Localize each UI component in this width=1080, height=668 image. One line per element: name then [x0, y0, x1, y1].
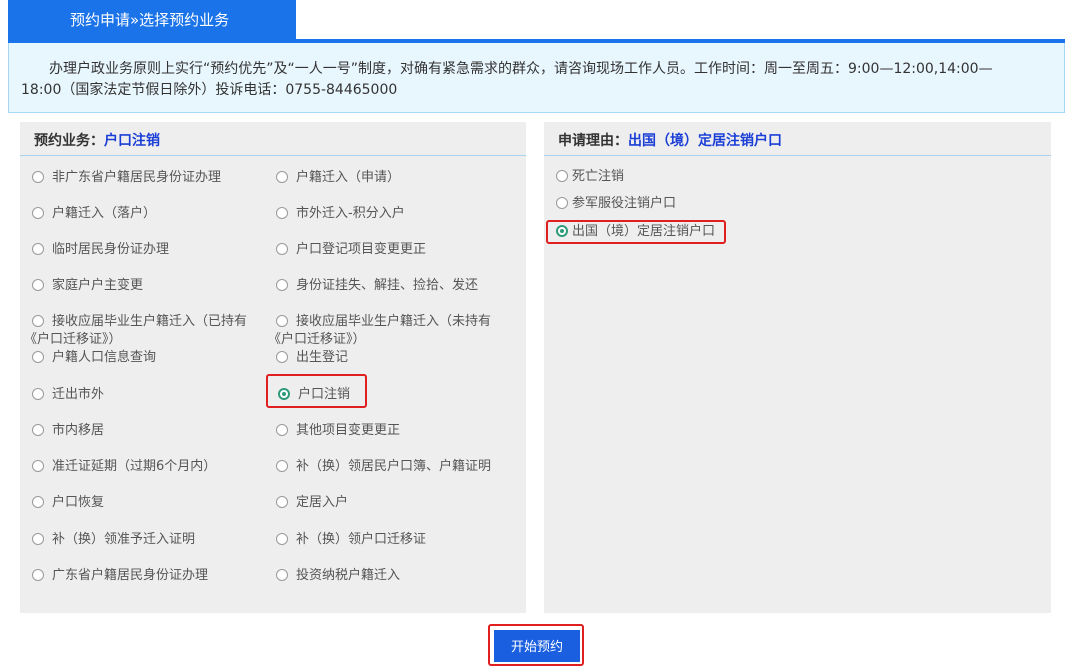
option-label: 补（换）领准予迁入证明: [52, 532, 196, 547]
business-option[interactable]: 准迁证延期（过期6个月内）: [32, 458, 216, 476]
option-label: 市外迁入-积分入户: [296, 206, 405, 221]
business-option[interactable]: 出生登记: [276, 349, 348, 367]
business-option[interactable]: 其他项目变更更正: [276, 422, 400, 440]
tab-select-business[interactable]: 预约申请»选择预约业务: [8, 0, 296, 40]
option-label: 身份证挂失、解挂、捡拾、发还: [296, 278, 479, 293]
radio-icon[interactable]: [32, 279, 44, 291]
business-label: 预约业务：: [34, 133, 104, 149]
radio-icon[interactable]: [276, 171, 288, 183]
option-label: 迁出市外: [52, 387, 105, 402]
reason-label: 申请理由：: [558, 133, 628, 149]
reason-option[interactable]: 参军服役注销户口: [556, 195, 676, 213]
selection-highlight-box: [266, 374, 367, 408]
business-panel: 预约业务：户口注销 非广东省户籍居民身份证办理 户籍迁入（申请） 户籍迁入（落户…: [20, 122, 526, 613]
option-label: 参军服役注销户口: [572, 196, 677, 211]
option-label: 定居入户: [296, 495, 349, 510]
option-label: 出生登记: [296, 350, 349, 365]
business-option[interactable]: 非广东省户籍居民身份证办理: [32, 169, 221, 187]
radio-icon[interactable]: [276, 569, 288, 581]
option-label: 户口恢复: [52, 495, 105, 510]
radio-icon[interactable]: [32, 243, 44, 255]
radio-icon[interactable]: [32, 533, 44, 545]
radio-icon[interactable]: [276, 279, 288, 291]
business-selected: 户口注销: [104, 133, 160, 149]
radio-icon[interactable]: [32, 569, 44, 581]
option-label: 准迁证延期（过期6个月内）: [52, 459, 217, 474]
option-label: 户籍迁入（落户）: [52, 206, 157, 221]
business-option[interactable]: 户口恢复: [32, 494, 104, 512]
business-option[interactable]: 接收应届毕业生户籍迁入（未持有《户口迁移证》）: [268, 313, 500, 349]
business-option[interactable]: 补（换）领居民户口簿、户籍证明: [276, 458, 491, 476]
option-label: 补（换）领居民户口簿、户籍证明: [296, 459, 492, 474]
business-option[interactable]: 身份证挂失、解挂、捡拾、发还: [276, 277, 478, 295]
radio-icon[interactable]: [32, 496, 44, 508]
option-label: 广东省户籍居民身份证办理: [52, 568, 209, 583]
option-label: 户籍人口信息查询: [52, 350, 157, 365]
radio-icon[interactable]: [276, 533, 288, 545]
business-option[interactable]: 户口登记项目变更更正: [276, 241, 426, 259]
option-label: 死亡注销: [572, 169, 625, 184]
radio-icon[interactable]: [32, 171, 44, 183]
business-option[interactable]: 补（换）领户口迁移证: [276, 531, 426, 549]
option-label: 户口登记项目变更更正: [296, 242, 427, 257]
option-label: 非广东省户籍居民身份证办理: [52, 170, 222, 185]
radio-icon[interactable]: [276, 460, 288, 472]
business-option[interactable]: 市内移居: [32, 422, 104, 440]
option-label: 其他项目变更更正: [296, 423, 401, 438]
reason-option[interactable]: 死亡注销: [556, 168, 624, 186]
reason-selected: 出国（境）定居注销户口: [628, 133, 782, 149]
radio-icon[interactable]: [276, 207, 288, 219]
radio-icon[interactable]: [32, 424, 44, 436]
radio-icon[interactable]: [32, 315, 44, 327]
business-option[interactable]: 临时居民身份证办理: [32, 241, 169, 259]
business-option[interactable]: 定居入户: [276, 494, 348, 512]
radio-icon[interactable]: [276, 351, 288, 363]
business-option[interactable]: 家庭户户主变更: [32, 277, 143, 295]
button-highlight-box: [488, 624, 584, 666]
business-option[interactable]: 户籍迁入（申请）: [276, 169, 400, 187]
radio-icon[interactable]: [276, 243, 288, 255]
radio-icon[interactable]: [32, 351, 44, 363]
option-label: 家庭户户主变更: [52, 278, 144, 293]
reason-panel: 申请理由：出国（境）定居注销户口 死亡注销 参军服役注销户口 出国（境）定居注销…: [544, 122, 1051, 613]
business-option[interactable]: 户籍迁入（落户）: [32, 205, 156, 223]
business-option[interactable]: 市外迁入-积分入户: [276, 205, 405, 223]
business-option[interactable]: 迁出市外: [32, 386, 104, 404]
radio-icon[interactable]: [32, 460, 44, 472]
business-option[interactable]: 广东省户籍居民身份证办理: [32, 567, 208, 585]
notice-box: 办理户政业务原则上实行“预约优先”及“一人一号”制度，对确有紧急需求的群众，请咨…: [8, 43, 1065, 113]
option-label: 临时居民身份证办理: [52, 242, 170, 257]
notice-line-1: 办理户政业务原则上实行“预约优先”及“一人一号”制度，对确有紧急需求的群众，请咨…: [49, 61, 993, 77]
business-option[interactable]: 接收应届毕业生户籍迁入（已持有《户口迁移证》）: [24, 313, 256, 349]
option-label: 户籍迁入（申请）: [296, 170, 401, 185]
option-label: 接收应届毕业生户籍迁入（未持有《户口迁移证》）: [268, 314, 492, 347]
reason-panel-header: 申请理由：出国（境）定居注销户口: [544, 122, 1051, 156]
business-option[interactable]: 投资纳税户籍迁入: [276, 567, 400, 585]
reason-highlight-box: [546, 220, 726, 244]
business-option[interactable]: 补（换）领准予迁入证明: [32, 531, 195, 549]
radio-icon[interactable]: [556, 170, 568, 182]
business-option[interactable]: 户籍人口信息查询: [32, 349, 156, 367]
radio-icon[interactable]: [276, 424, 288, 436]
radio-icon[interactable]: [276, 315, 288, 327]
option-label: 接收应届毕业生户籍迁入（已持有《户口迁移证》）: [24, 314, 248, 347]
option-label: 补（换）领户口迁移证: [296, 532, 427, 547]
notice-line-2: 18:00（国家法定节假日除外）投诉电话：0755-84465000: [21, 82, 398, 98]
radio-icon[interactable]: [556, 197, 568, 209]
radio-icon[interactable]: [32, 388, 44, 400]
option-label: 市内移居: [52, 423, 105, 438]
radio-icon[interactable]: [32, 207, 44, 219]
radio-icon[interactable]: [276, 496, 288, 508]
tab-bar: 预约申请»选择预约业务: [0, 0, 1080, 44]
option-label: 投资纳税户籍迁入: [296, 568, 401, 583]
business-panel-header: 预约业务：户口注销: [20, 122, 526, 156]
